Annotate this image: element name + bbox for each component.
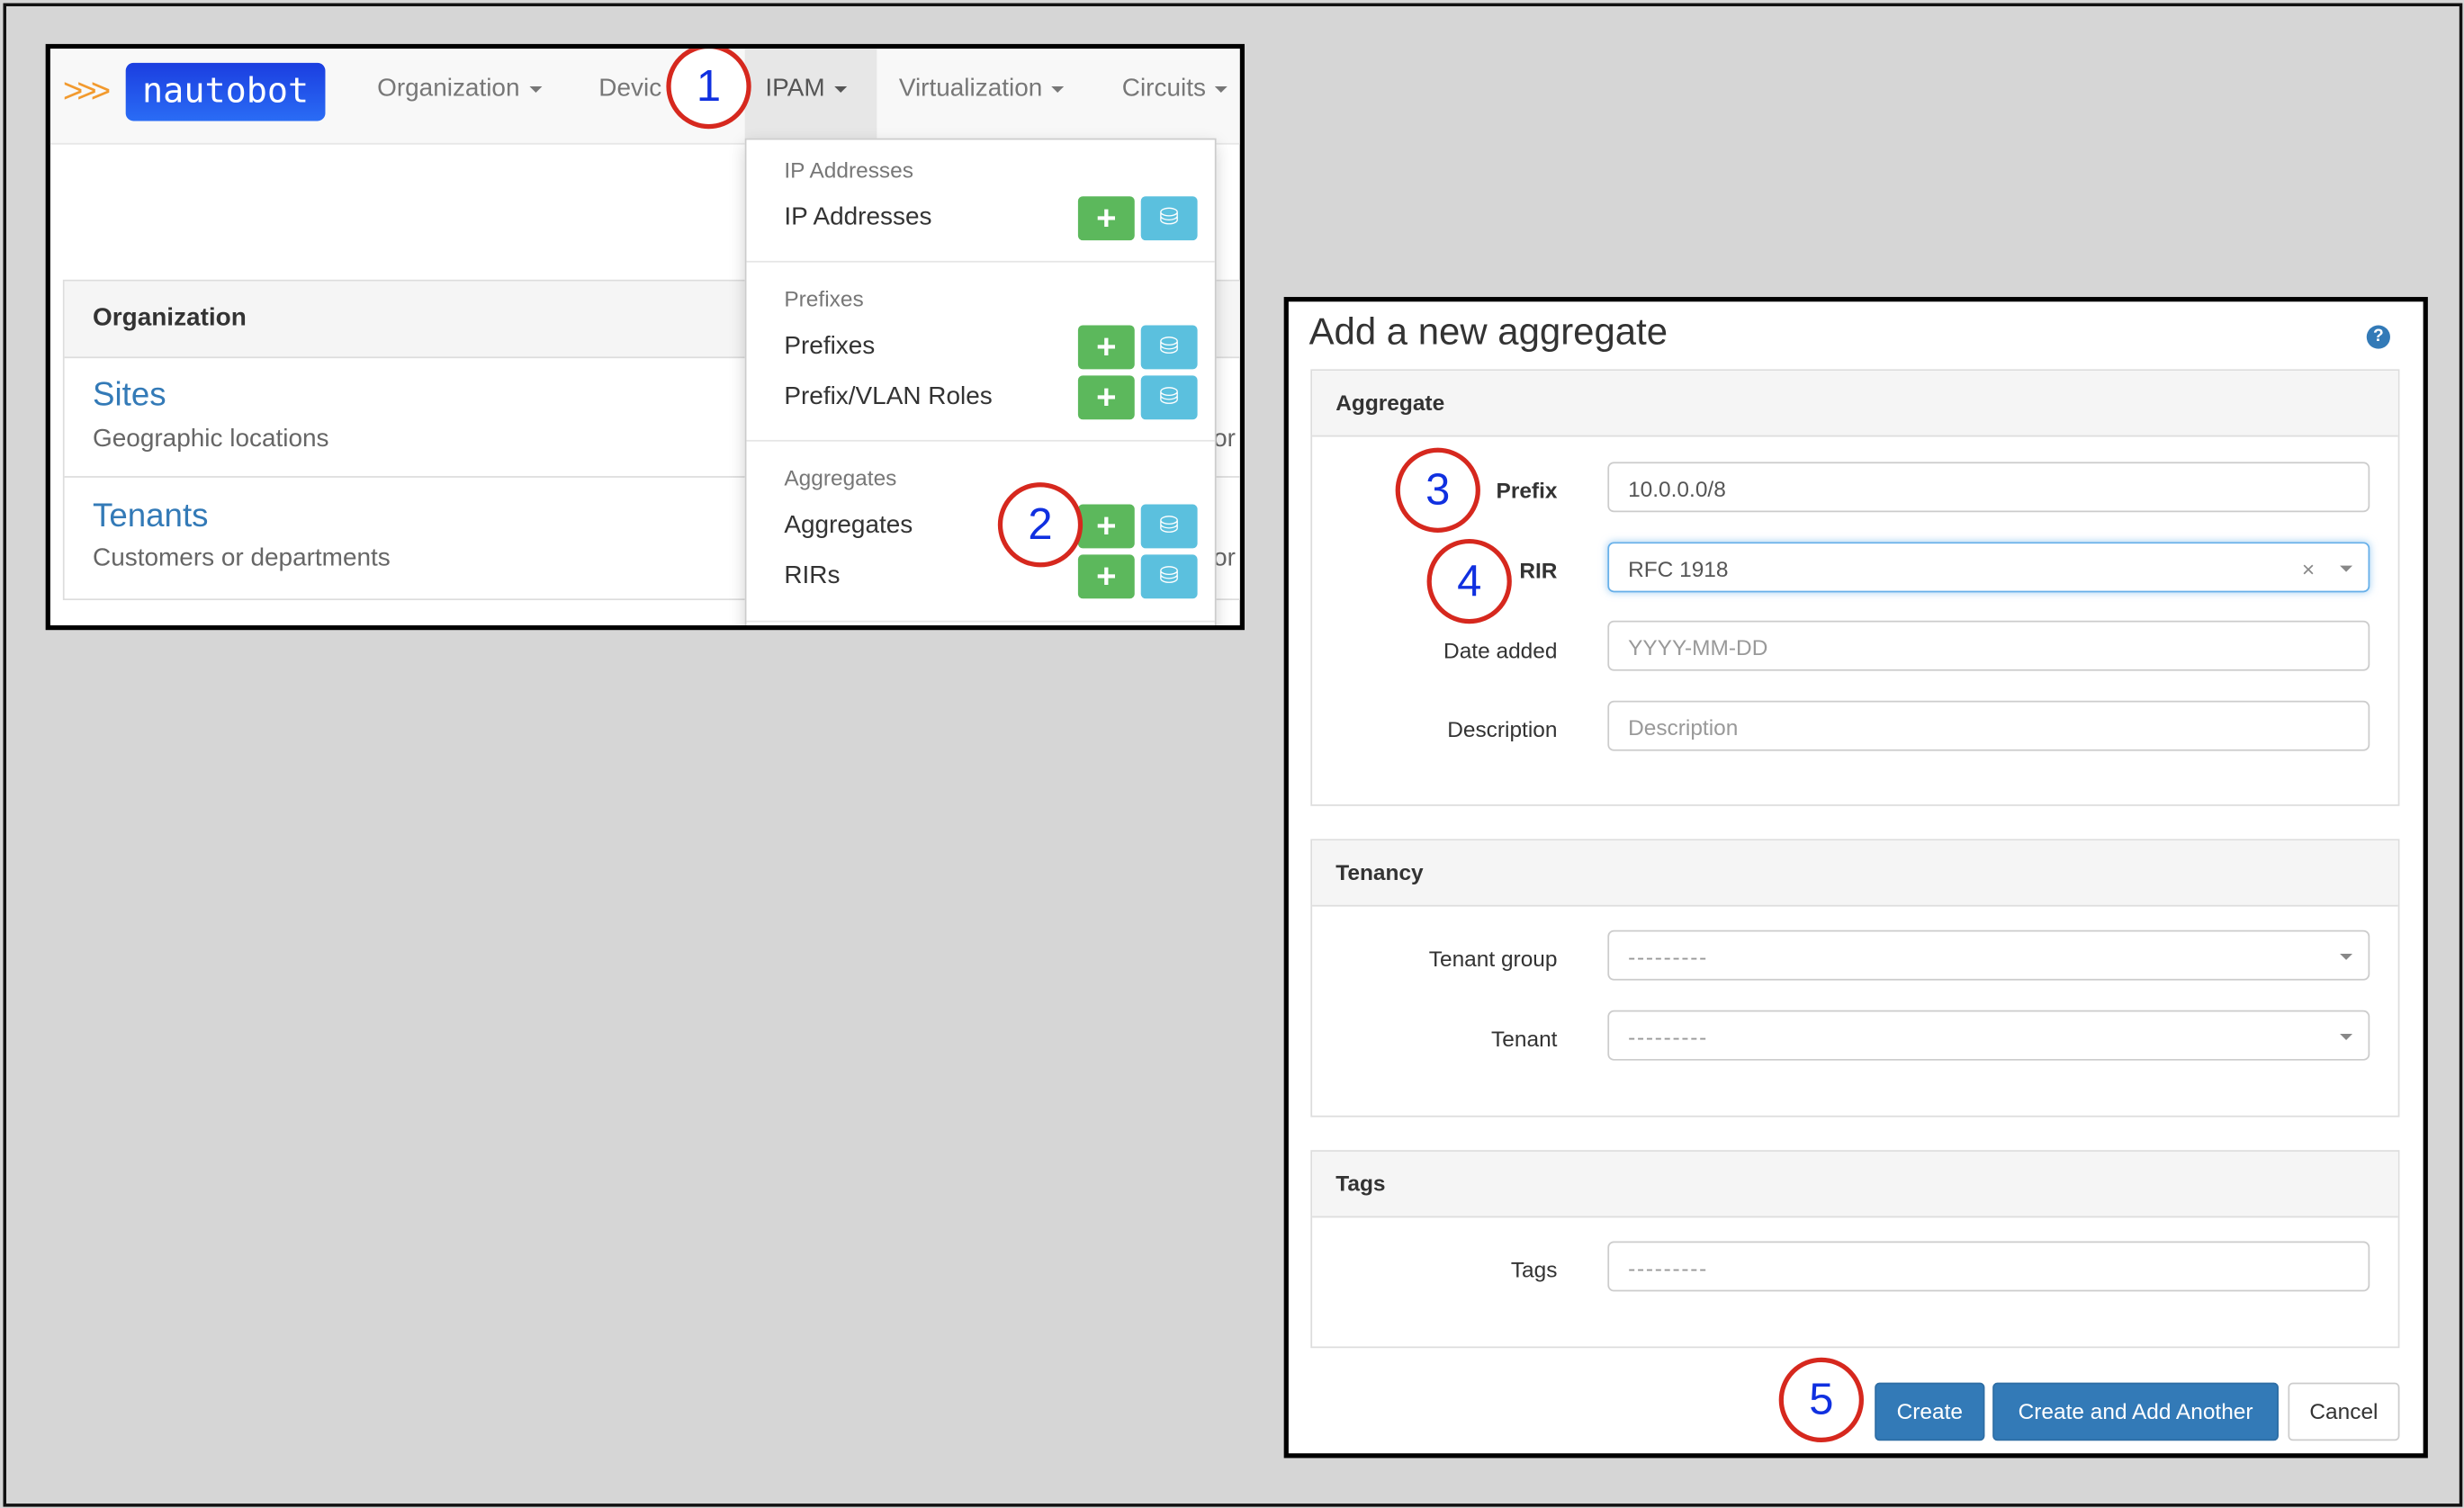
tenants-link[interactable]: Tenants — [93, 498, 208, 536]
clear-icon[interactable]: × — [2302, 543, 2315, 594]
nav-virtualization[interactable]: Virtualization — [899, 76, 1065, 103]
nav-label: IPAM — [765, 75, 825, 103]
nav-label: Circuits — [1121, 75, 1206, 103]
ipam-dropdown-menu: IP Addresses IP Addresses + ⛁ Prefixes P… — [744, 138, 1217, 625]
placeholder: YYYY-MM-DD — [1628, 634, 1768, 660]
panel-heading: Aggregate — [1312, 371, 2398, 437]
page-title: Add a new aggregate — [1308, 310, 1668, 354]
annotation-2: 2 — [997, 482, 1084, 568]
clipped-text: or — [1213, 544, 1236, 572]
menu-header: Prefixes — [784, 285, 864, 311]
add-aggregate-form: Add a new aggregate ? Aggregate Prefix 1… — [1283, 297, 2428, 1459]
caret-down-icon[interactable] — [2340, 565, 2353, 572]
caret-down-icon — [834, 85, 848, 93]
tenant-group-select[interactable]: --------- — [1607, 929, 2370, 981]
select-placeholder: --------- — [1628, 1255, 1709, 1281]
menu-item-rirs[interactable]: RIRs — [784, 562, 840, 590]
logo-chevrons: >>> — [62, 70, 111, 111]
tags-label: Tags — [1510, 1256, 1558, 1282]
menu-item-prefixes[interactable]: Prefixes — [784, 333, 875, 361]
nav-label: Virtualization — [898, 75, 1043, 103]
cancel-button[interactable]: Cancel — [2288, 1382, 2400, 1441]
plus-icon[interactable]: + — [1077, 554, 1135, 599]
clipped-text: or — [1213, 426, 1236, 453]
menu-header: IP Addresses — [784, 157, 913, 183]
tags-panel: Tags Tags --------- — [1310, 1150, 2400, 1349]
navbar: >>> nautobot Organization Devic IPAM Vir… — [49, 49, 1240, 145]
annotation-3: 3 — [1395, 447, 1480, 533]
date-added-input[interactable]: YYYY-MM-DD — [1607, 620, 2370, 671]
date-added-label: Date added — [1443, 637, 1558, 663]
nav-circuits[interactable]: Circuits — [1122, 76, 1228, 103]
annotation-5: 5 — [1778, 1357, 1864, 1443]
plus-icon[interactable]: + — [1077, 504, 1135, 549]
tags-select[interactable]: --------- — [1607, 1241, 2370, 1292]
prefix-value: 10.0.0.0/8 — [1628, 476, 1726, 502]
database-import-icon[interactable]: ⛁ — [1140, 504, 1198, 549]
caret-down-icon — [2340, 953, 2353, 960]
sites-description: Geographic locations — [93, 426, 329, 453]
nautobot-logo[interactable]: nautobot — [125, 62, 326, 121]
tenant-select[interactable]: --------- — [1607, 1010, 2370, 1061]
tenants-description: Customers or departments — [93, 544, 391, 572]
nav-devices[interactable]: Devic — [598, 76, 661, 103]
placeholder: Description — [1628, 714, 1739, 741]
rir-select[interactable]: RFC 1918 × — [1607, 542, 2370, 594]
select-placeholder: --------- — [1628, 1024, 1709, 1050]
tenancy-panel: Tenancy Tenant group --------- Tenant --… — [1310, 839, 2400, 1118]
panel-heading: Tenancy — [1312, 840, 2398, 907]
plus-icon[interactable]: + — [1077, 375, 1135, 420]
panel-heading: Tags — [1312, 1151, 2398, 1218]
description-label: Description — [1447, 716, 1558, 742]
create-button[interactable]: Create — [1875, 1382, 1985, 1441]
nav-label: Devic — [598, 75, 662, 103]
caret-down-icon — [1215, 85, 1228, 93]
caret-down-icon — [2340, 1033, 2353, 1040]
select-placeholder: --------- — [1628, 944, 1709, 970]
nautobot-home-view: >>> nautobot Organization Devic IPAM Vir… — [45, 43, 1245, 631]
tenant-label: Tenant — [1491, 1026, 1558, 1052]
prefix-input[interactable]: 10.0.0.0/8 — [1607, 462, 2370, 513]
menu-item-prefix-vlan-roles[interactable]: Prefix/VLAN Roles — [784, 383, 992, 411]
create-and-add-another-button[interactable]: Create and Add Another — [1992, 1382, 2279, 1441]
caret-down-icon — [1051, 85, 1065, 93]
database-import-icon[interactable]: ⛁ — [1140, 375, 1198, 420]
panel-title: Organization — [93, 304, 247, 332]
question-circle-icon[interactable]: ? — [2366, 325, 2390, 349]
caret-down-icon — [528, 85, 542, 93]
menu-item-aggregates[interactable]: Aggregates — [784, 512, 913, 540]
nav-label: Organization — [377, 75, 520, 103]
annotation-4: 4 — [1426, 538, 1512, 624]
sites-link[interactable]: Sites — [93, 377, 166, 415]
annotation-1: 1 — [666, 49, 751, 130]
nav-ipam[interactable]: IPAM — [744, 49, 877, 143]
rir-value: RFC 1918 — [1628, 556, 1729, 582]
menu-item-ip-addresses[interactable]: IP Addresses — [784, 204, 931, 232]
tenant-group-label: Tenant group — [1428, 946, 1558, 972]
nav-organization[interactable]: Organization — [377, 76, 542, 103]
menu-header: Aggregates — [784, 464, 897, 490]
plus-icon[interactable]: + — [1077, 325, 1135, 370]
plus-icon[interactable]: + — [1077, 196, 1135, 241]
database-import-icon[interactable]: ⛁ — [1140, 554, 1198, 599]
database-import-icon[interactable]: ⛁ — [1140, 325, 1198, 370]
description-input[interactable]: Description — [1607, 700, 2370, 751]
database-import-icon[interactable]: ⛁ — [1140, 196, 1198, 241]
